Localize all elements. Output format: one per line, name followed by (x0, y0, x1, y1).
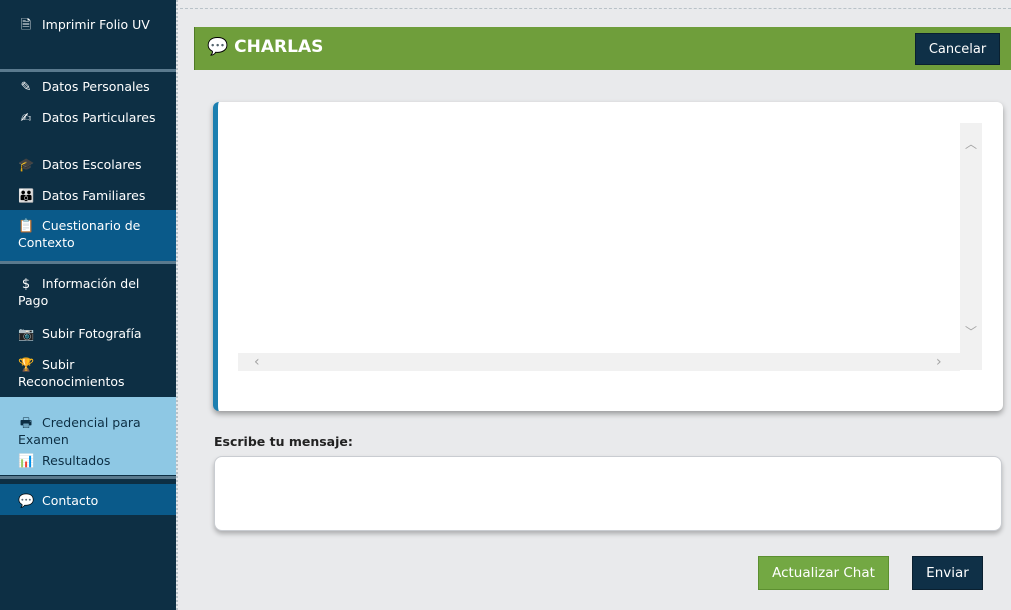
sidebar-item-label: Datos Particulares (42, 110, 156, 125)
clipboard-icon: 📋 (18, 219, 35, 234)
chat-bubble-icon: 💬 (18, 494, 35, 509)
bar-chart-icon: 📊 (18, 454, 35, 469)
sidebar-item-label: Datos Familiares (42, 188, 146, 203)
chat-bubble-icon: 💬 (207, 37, 229, 57)
sidebar: 🗎 Imprimir Folio UV ✎ Datos Personales ✍ Da… (0, 0, 176, 610)
page-title: 💬 CHARLAS (207, 37, 323, 57)
graduation-cap-icon: 🎓 (18, 158, 35, 173)
send-button[interactable]: Enviar (912, 556, 983, 590)
pencil-icon: ✎ (20, 80, 32, 95)
sidebar-divider (0, 261, 176, 264)
sidebar-item-cuestionario[interactable]: 📋 Cuestionario de Contexto (0, 218, 176, 251)
sidebar-item-subir-reconocimientos[interactable]: 🏆 Subir Reconocimientos (0, 357, 176, 390)
edit-icon: ✍ (20, 111, 32, 126)
sidebar-item-datos-escolares[interactable]: 🎓 Datos Escolares (0, 157, 176, 174)
sidebar-item-label: Subir Fotografía (42, 326, 142, 341)
refresh-chat-button[interactable]: Actualizar Chat (758, 556, 889, 590)
sidebar-item-credencial[interactable]: 🖶 Credencial para Examen (0, 415, 176, 448)
cancel-button[interactable]: Cancelar (915, 33, 1000, 65)
sidebar-item-datos-particulares[interactable]: ✍ Datos Particulares (0, 110, 176, 127)
chevron-right-icon[interactable]: › (936, 354, 942, 370)
sidebar-divider (0, 476, 176, 479)
document-icon: 🗎 (20, 18, 32, 33)
sidebar-item-label: Imprimir Folio UV (42, 17, 150, 32)
chevron-up-icon[interactable]: ︿ (965, 135, 977, 152)
chevron-down-icon[interactable]: ﹀ (965, 323, 977, 340)
sidebar-item-label: Información del Pago (18, 276, 140, 308)
chevron-left-icon[interactable]: ‹ (254, 354, 260, 370)
users-icon: 👪 (18, 189, 35, 204)
horizontal-scrollbar[interactable]: ‹ › (238, 353, 960, 371)
sidebar-item-label: Cuestionario de Contexto (18, 218, 141, 250)
sidebar-item-label: Resultados (42, 453, 111, 468)
sidebar-item-informacion-pago[interactable]: $ Información del Pago (0, 276, 176, 309)
sidebar-item-label: Credencial para Examen (18, 415, 141, 447)
sidebar-item-label: Datos Personales (42, 79, 150, 94)
sidebar-item-label: Contacto (42, 493, 99, 508)
sidebar-item-label: Datos Escolares (42, 157, 142, 172)
dollar-icon: $ (21, 277, 31, 292)
sidebar-item-imprimir-folio[interactable]: 🗎 Imprimir Folio UV (0, 17, 176, 34)
sidebar-item-contacto[interactable]: 💬 Contacto (0, 493, 176, 510)
chat-header: 💬 CHARLAS Cancelar (194, 27, 1011, 70)
sidebar-item-datos-personales[interactable]: ✎ Datos Personales (0, 79, 176, 96)
sidebar-item-resultados[interactable]: 📊 Resultados (0, 453, 176, 470)
top-divider (180, 8, 1011, 9)
sidebar-item-datos-familiares[interactable]: 👪 Datos Familiares (0, 188, 176, 205)
message-label: Escribe tu mensaje: (214, 434, 353, 449)
sidebar-border (176, 0, 178, 610)
sidebar-item-subir-fotografia[interactable]: 📷 Subir Fotografía (0, 326, 176, 343)
sidebar-divider (0, 69, 176, 72)
print-icon: 🖶 (19, 416, 33, 431)
message-input[interactable] (214, 456, 1002, 531)
camera-icon: 📷 (18, 327, 35, 342)
page-title-text: CHARLAS (234, 37, 324, 57)
trophy-icon: 🏆 (18, 358, 35, 373)
vertical-scrollbar[interactable]: ︿ ﹀ (960, 123, 982, 370)
